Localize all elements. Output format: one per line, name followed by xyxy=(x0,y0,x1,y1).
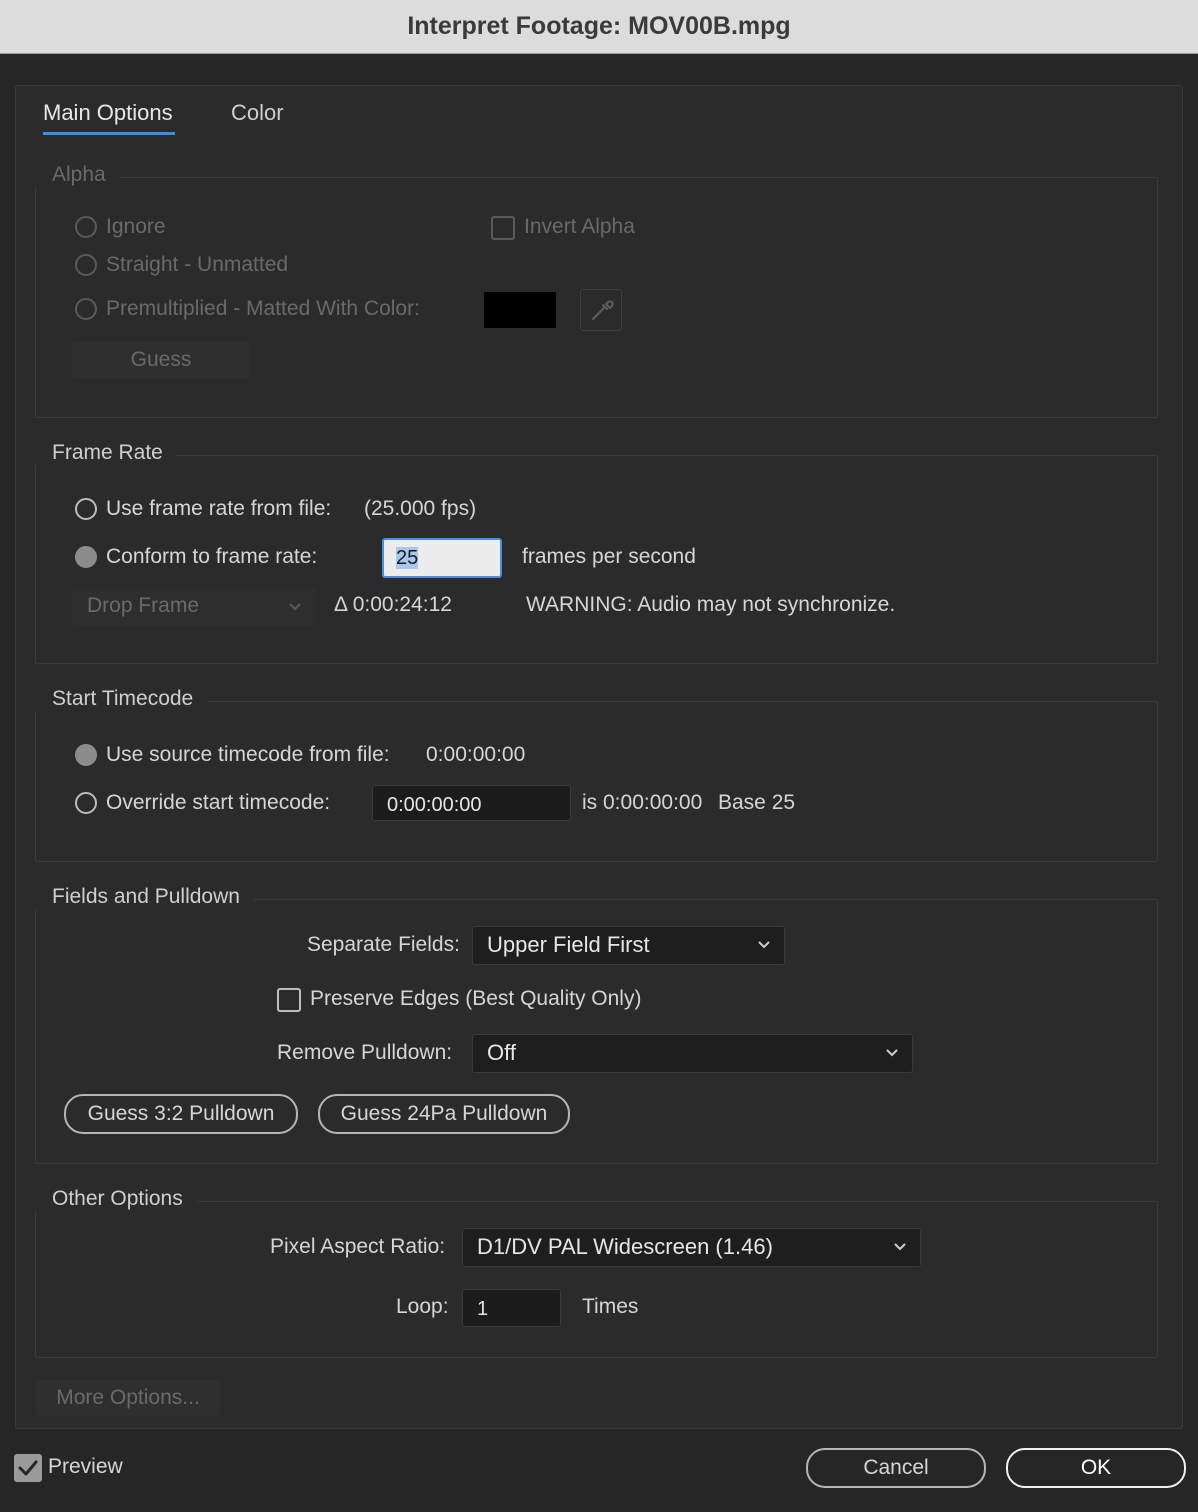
override-timecode-input[interactable]: 0:00:00:00 xyxy=(372,785,571,821)
source-timecode-value: 0:00:00:00 xyxy=(426,743,526,766)
separate-fields-select[interactable]: Upper Field First xyxy=(472,926,785,965)
drop-frame-select[interactable]: Drop Frame xyxy=(72,588,316,626)
use-file-frame-rate-label: Use frame rate from file: xyxy=(106,497,332,520)
premultiplied-radio[interactable] xyxy=(75,298,97,320)
conform-fps-input[interactable]: 25 xyxy=(382,538,502,578)
frame-rate-group-title: Frame Rate xyxy=(35,441,177,465)
fps-unit-label: frames per second xyxy=(522,545,696,568)
active-tab-indicator xyxy=(43,132,175,135)
timecode-is-value: is 0:00:00:00 xyxy=(582,791,703,814)
remove-pulldown-label: Remove Pulldown: xyxy=(277,1041,453,1064)
guess-32-pulldown-button[interactable]: Guess 3:2 Pulldown xyxy=(64,1094,298,1134)
pixel-aspect-ratio-select[interactable]: D1/DV PAL Widescreen (1.46) xyxy=(462,1228,921,1267)
guess-24pa-pulldown-button[interactable]: Guess 24Pa Pulldown xyxy=(318,1094,570,1134)
preserve-edges-checkbox[interactable] xyxy=(277,988,301,1012)
delta-duration: Δ 0:00:24:12 xyxy=(334,593,452,616)
separate-fields-value: Upper Field First xyxy=(487,932,650,957)
loop-times-label: Times xyxy=(582,1295,639,1318)
chevron-down-icon xyxy=(894,1243,906,1251)
ignore-radio[interactable] xyxy=(75,216,97,238)
remove-pulldown-select[interactable]: Off xyxy=(472,1034,913,1073)
premultiplied-label: Premultiplied - Matted With Color: xyxy=(106,297,420,320)
drop-frame-value: Drop Frame xyxy=(87,594,200,617)
pixel-aspect-ratio-label: Pixel Aspect Ratio: xyxy=(270,1235,446,1258)
straight-radio[interactable] xyxy=(75,254,97,276)
chevron-down-icon xyxy=(289,603,301,611)
tab-main-options[interactable]: Main Options xyxy=(43,100,173,126)
checkmark-icon xyxy=(18,1460,38,1476)
separate-fields-label: Separate Fields: xyxy=(307,933,460,956)
alpha-group-title: Alpha xyxy=(35,163,120,187)
straight-label: Straight - Unmatted xyxy=(106,253,289,276)
conform-frame-rate-radio[interactable] xyxy=(75,546,97,568)
pixel-aspect-ratio-value: D1/DV PAL Widescreen (1.46) xyxy=(477,1234,773,1259)
loop-input[interactable]: 1 xyxy=(462,1289,561,1327)
chevron-down-icon xyxy=(886,1049,898,1057)
eyedropper-button[interactable] xyxy=(580,289,622,331)
file-fps-value: (25.000 fps) xyxy=(364,497,477,520)
tab-color[interactable]: Color xyxy=(231,100,284,126)
cancel-button[interactable]: Cancel xyxy=(806,1448,986,1488)
ignore-label: Ignore xyxy=(106,215,166,238)
use-source-timecode-label: Use source timecode from file: xyxy=(106,743,390,766)
remove-pulldown-value: Off xyxy=(487,1040,516,1065)
more-options-button[interactable]: More Options... xyxy=(36,1380,220,1416)
conform-frame-rate-label: Conform to frame rate: xyxy=(106,545,318,568)
loop-label: Loop: xyxy=(396,1295,449,1318)
invert-alpha-label: Invert Alpha xyxy=(524,215,635,238)
start-timecode-group-title: Start Timecode xyxy=(35,687,208,711)
audio-sync-warning: WARNING: Audio may not synchronize. xyxy=(526,593,896,616)
conform-fps-value: 25 xyxy=(396,547,419,569)
eyedropper-icon xyxy=(592,300,614,320)
fields-group-title: Fields and Pulldown xyxy=(35,885,254,909)
timecode-base: Base 25 xyxy=(718,791,796,814)
chevron-down-icon xyxy=(758,941,770,949)
matte-color-swatch[interactable] xyxy=(484,292,556,328)
other-options-group-title: Other Options xyxy=(35,1187,197,1211)
preview-checkbox[interactable] xyxy=(14,1454,42,1482)
use-source-timecode-radio[interactable] xyxy=(75,744,97,766)
guess-alpha-button[interactable]: Guess xyxy=(72,341,250,379)
start-timecode-group xyxy=(35,701,1158,862)
preview-label: Preview xyxy=(48,1455,123,1478)
override-timecode-label: Override start timecode: xyxy=(106,791,331,814)
preserve-edges-label: Preserve Edges (Best Quality Only) xyxy=(310,987,642,1010)
invert-alpha-checkbox[interactable] xyxy=(491,216,515,240)
use-file-frame-rate-radio[interactable] xyxy=(75,498,97,520)
override-timecode-radio[interactable] xyxy=(75,792,97,814)
ok-button[interactable]: OK xyxy=(1006,1448,1186,1488)
window-title: Interpret Footage: MOV00B.mpg xyxy=(0,0,1198,54)
other-options-group xyxy=(35,1201,1158,1358)
